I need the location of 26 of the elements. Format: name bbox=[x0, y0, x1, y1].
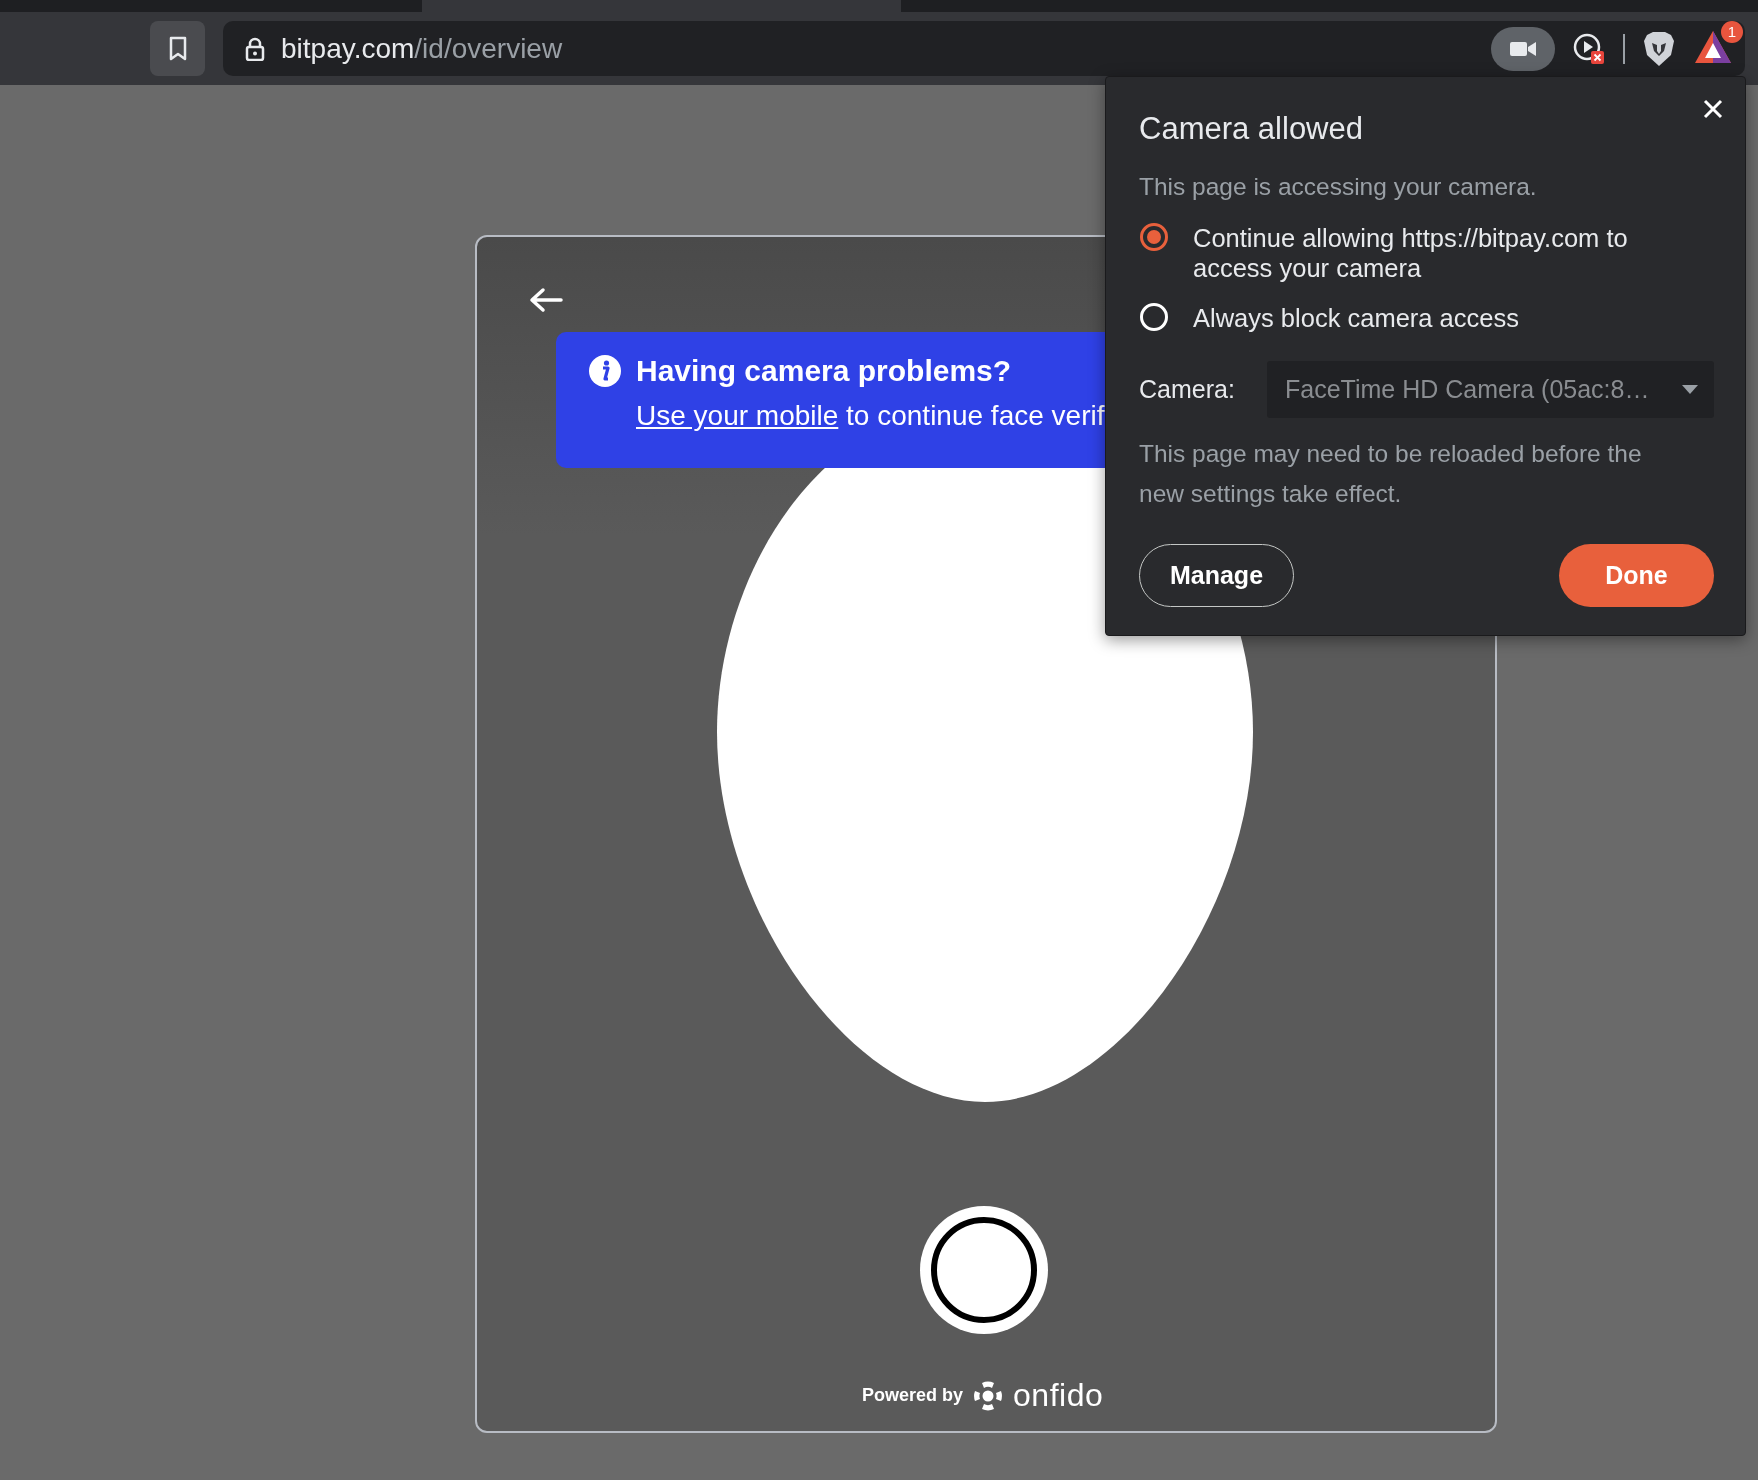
bookmark-icon bbox=[167, 35, 188, 62]
camera-indicator-button[interactable] bbox=[1491, 26, 1555, 71]
shield-icon[interactable] bbox=[1643, 30, 1675, 67]
radio-option[interactable]: Continue allowing https://bitpay.com to access your camera bbox=[1139, 223, 1715, 283]
address-bar[interactable]: bitpay.com/id/overview 1 bbox=[223, 21, 1745, 76]
back-arrow-icon bbox=[529, 287, 563, 313]
onfido-wordmark: onfido bbox=[1013, 1377, 1104, 1414]
camera-label: Camera: bbox=[1139, 375, 1236, 404]
use-mobile-link[interactable]: Use your mobile bbox=[636, 400, 839, 431]
radio-option[interactable]: Always block camera access bbox=[1139, 303, 1715, 333]
reload-note: This page may need to be reloaded before the new settings take effect. bbox=[1139, 439, 1643, 509]
banner-title: Having camera problems? bbox=[636, 354, 1012, 388]
video-camera-icon bbox=[1510, 39, 1536, 58]
info-icon bbox=[588, 354, 622, 388]
url-text: bitpay.com/id/overview bbox=[281, 32, 563, 65]
onfido-logo-icon bbox=[973, 1380, 1004, 1411]
popup-subtitle: This page is accessing your camera. bbox=[1139, 173, 1538, 201]
bookmark-button[interactable] bbox=[150, 21, 205, 76]
close-icon bbox=[1703, 99, 1723, 119]
powered-by-text: Powered by bbox=[862, 1385, 964, 1406]
popup-title: Camera allowed bbox=[1139, 111, 1364, 147]
camera-select[interactable]: FaceTime HD Camera (05ac:8… bbox=[1267, 361, 1714, 418]
blocked-autoplay-icon[interactable] bbox=[1573, 32, 1605, 65]
lock-icon bbox=[245, 36, 265, 61]
dropdown-caret-icon bbox=[1682, 385, 1698, 394]
notification-badge: 1 bbox=[1721, 20, 1743, 43]
